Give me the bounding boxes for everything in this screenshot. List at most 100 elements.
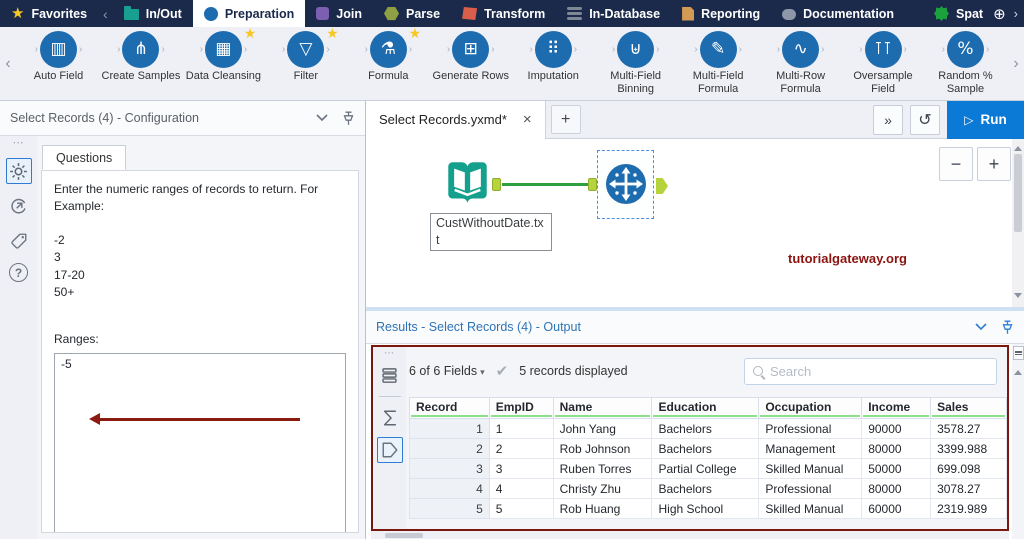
input-anchor-button[interactable] xyxy=(377,405,403,431)
table-row[interactable]: 4 4 Christy Zhu Bachelors Professional 8… xyxy=(409,478,1007,499)
column-header-occupation[interactable]: Occupation xyxy=(758,397,863,419)
scrollbar-thumb[interactable] xyxy=(385,532,423,538)
tab-questions[interactable]: Questions xyxy=(42,145,127,170)
scroll-options-button[interactable] xyxy=(1012,346,1024,360)
favorite-star-icon: ★ xyxy=(326,25,339,41)
palette-scroll-left[interactable]: ‹ xyxy=(0,27,16,100)
tool-data-cleansing[interactable]: › ▦ › ★ Data Cleansing xyxy=(183,26,264,100)
zoom-in-button[interactable]: + xyxy=(977,147,1011,181)
annotation-tab-button[interactable] xyxy=(6,228,32,254)
column-header-record[interactable]: Record xyxy=(409,397,490,419)
navigation-tab-button[interactable] xyxy=(6,193,32,219)
scroll-up-icon[interactable] xyxy=(1014,142,1022,151)
tab-preparation[interactable]: Preparation xyxy=(192,0,306,27)
tabbar-forward-chevron[interactable]: › xyxy=(1014,6,1018,21)
pin-icon[interactable] xyxy=(342,111,355,126)
workflow-tab[interactable]: Select Records.yxmd* × xyxy=(366,100,546,139)
fields-summary-dropdown[interactable]: 6 of 6 Fields ▾ xyxy=(409,364,485,378)
search-input[interactable] xyxy=(770,363,988,379)
table-row[interactable]: 5 5 Rob Huang High School Skilled Manual… xyxy=(409,498,1007,519)
select-records-input-anchor[interactable] xyxy=(588,178,597,191)
overflow-button[interactable]: » xyxy=(873,104,903,135)
speech-bubble-icon xyxy=(782,8,797,20)
table-row[interactable]: 2 2 Rob Johnson Bachelors Management 800… xyxy=(409,438,1007,459)
tab-parse[interactable]: Parse xyxy=(373,0,451,27)
palette-scroll-right[interactable]: › xyxy=(1008,27,1024,100)
results-horizontal-scrollbar[interactable] xyxy=(371,531,1009,539)
table-row[interactable]: 3 3 Ruben Torres Partial College Skilled… xyxy=(409,458,1007,479)
results-vertical-scrollbar[interactable] xyxy=(1012,344,1024,539)
chevron-down-icon[interactable] xyxy=(316,114,328,122)
tab-favorites[interactable]: ★ Favorites xyxy=(0,0,98,27)
column-header-income[interactable]: Income xyxy=(861,397,932,419)
canvas-vertical-scrollbar[interactable] xyxy=(1012,139,1024,307)
tab-label: Transform xyxy=(484,6,546,21)
column-header-sales[interactable]: Sales xyxy=(930,397,1007,419)
filter-icon: ▽ xyxy=(287,31,325,68)
cell-education: Bachelors xyxy=(651,438,760,459)
cell-name: Christy Zhu xyxy=(552,478,653,499)
tab-in-database[interactable]: In-Database xyxy=(556,0,671,27)
input-tool-annotation[interactable]: CustWithoutDate.txt xyxy=(430,213,552,251)
questions-tab-content: Enter the numeric ranges of records to r… xyxy=(41,170,359,533)
tool-formula[interactable]: › ⚗ › ★ Formula xyxy=(348,26,429,100)
add-category-icon[interactable]: ⊕ xyxy=(993,5,1006,23)
tool-multi-field-binning[interactable]: › ⊎ › Multi-Field Binning xyxy=(595,31,676,100)
help-icon[interactable]: ? xyxy=(9,263,28,282)
results-table[interactable]: Record EmpID Name Education Occupation I… xyxy=(409,397,1007,519)
join-icon xyxy=(316,7,330,20)
pin-icon[interactable] xyxy=(1001,320,1014,335)
document-tab-strip: Select Records.yxmd* × + » ↺ ▷ Run xyxy=(366,100,1024,139)
tool-multi-row-formula[interactable]: › ∿ › Multi-Row Formula xyxy=(760,31,841,100)
new-workflow-button[interactable]: + xyxy=(550,105,581,134)
chevron-down-icon[interactable] xyxy=(975,323,987,331)
database-icon xyxy=(567,7,583,20)
settings-tab-button[interactable] xyxy=(5,158,32,184)
tool-generate-rows[interactable]: › ⊞ › Generate Rows xyxy=(430,31,511,100)
column-header-education[interactable]: Education xyxy=(651,397,760,419)
cell-income: 80000 xyxy=(861,478,932,499)
tool-palette: ‹ › ▥ › Auto Field › ⋔ › Create Samples › ▦ › ★… xyxy=(0,26,1024,101)
metadata-view-button[interactable] xyxy=(377,362,403,388)
tool-create-samples[interactable]: › ⋔ › Create Samples xyxy=(100,31,181,100)
connection-line[interactable] xyxy=(502,183,589,186)
close-icon[interactable]: × xyxy=(523,112,532,127)
column-header-empid[interactable]: EmpID xyxy=(488,397,554,419)
tab-in-out[interactable]: In/Out xyxy=(113,0,193,27)
tool-oversample-field[interactable]: › ⊺⊺ › Oversample Field xyxy=(843,31,924,100)
checkmark-icon[interactable]: ✔ xyxy=(496,362,509,380)
drag-handle-icon[interactable]: ⋯ xyxy=(384,349,395,359)
select-records-output-anchor[interactable] xyxy=(656,178,668,194)
cell-income: 60000 xyxy=(861,498,932,519)
column-header-name[interactable]: Name xyxy=(552,397,653,419)
spatial-icon xyxy=(933,6,949,21)
drag-handle-icon[interactable]: ⋯ xyxy=(13,138,25,149)
tool-auto-field[interactable]: › ▥ › Auto Field xyxy=(18,31,99,100)
run-button[interactable]: ▷ Run xyxy=(947,100,1024,139)
tab-reporting[interactable]: Reporting xyxy=(671,0,771,27)
workflow-canvas[interactable]: CustWithoutDate.txt tutorialgateway.org … xyxy=(366,139,1012,307)
history-button[interactable]: ↺ xyxy=(910,104,940,135)
input-data-tool[interactable] xyxy=(444,159,491,206)
cell-empid: 4 xyxy=(488,478,554,499)
tool-filter[interactable]: › ▽ › ★ Filter xyxy=(265,26,346,100)
tab-spatial[interactable]: Spat xyxy=(932,6,985,21)
table-row[interactable]: 1 1 John Yang Bachelors Professional 900… xyxy=(409,418,1007,439)
zoom-out-button[interactable]: − xyxy=(939,147,973,181)
scrollbar-thumb[interactable] xyxy=(1014,154,1022,232)
tab-documentation[interactable]: Documentation xyxy=(771,0,905,27)
tabbar-back-chevron[interactable]: ‹ xyxy=(98,0,113,27)
tab-join[interactable]: Join xyxy=(305,0,373,27)
tool-imputation[interactable]: › ⠿ › Imputation xyxy=(513,31,594,100)
output-anchor-button[interactable] xyxy=(376,437,403,463)
input-tool-output-anchor[interactable] xyxy=(492,178,501,191)
tool-random-sample[interactable]: ›% › Random % Sample xyxy=(925,31,1006,100)
scroll-up-icon[interactable] xyxy=(1014,366,1022,375)
scroll-down-icon[interactable] xyxy=(1014,293,1022,302)
tab-transform[interactable]: Transform xyxy=(451,0,556,27)
ranges-textarea[interactable]: -5 xyxy=(54,352,346,532)
select-records-tool[interactable] xyxy=(604,162,648,206)
cell-occupation: Skilled Manual xyxy=(758,458,863,479)
search-box[interactable] xyxy=(744,357,997,385)
tool-multi-field-formula[interactable]: › ✎ › Multi-Field Formula xyxy=(678,31,759,100)
